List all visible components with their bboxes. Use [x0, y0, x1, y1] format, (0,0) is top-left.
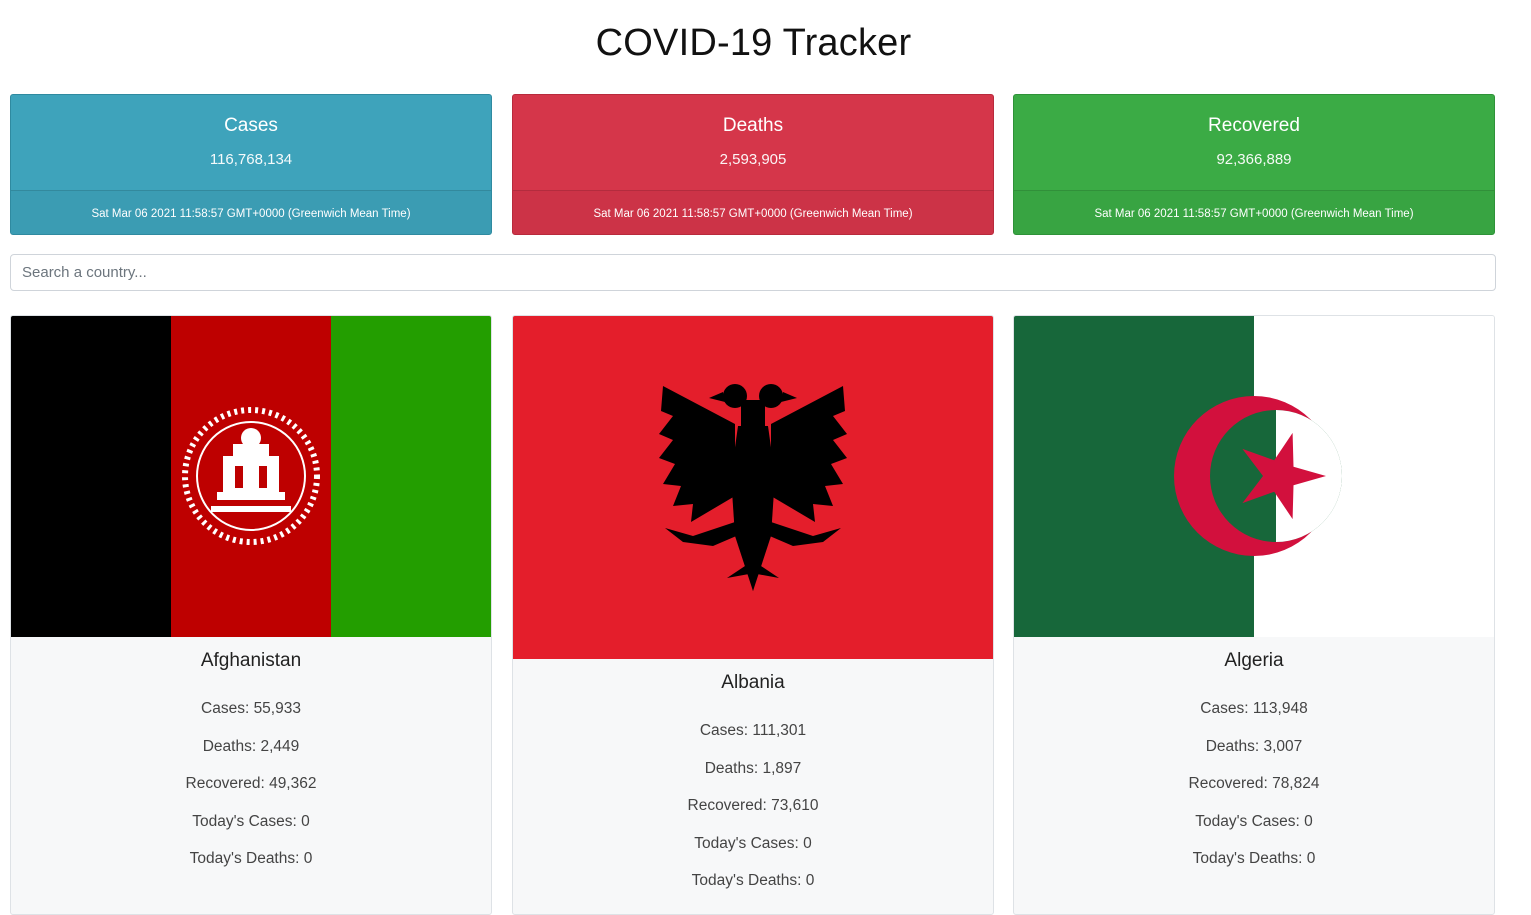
country-card-afghanistan[interactable]: Afghanistan Cases: 55,933 Deaths: 2,449 … [10, 315, 492, 915]
country-today-deaths: Today's Deaths: 0 [1192, 850, 1316, 868]
country-name: Algeria [1224, 650, 1284, 671]
country-name: Afghanistan [200, 650, 302, 671]
afghanistan-flag-icon [11, 316, 491, 637]
algeria-flag-icon [1014, 316, 1494, 637]
country-cases: Cases: 111,301 [699, 722, 807, 739]
deaths-value: 2,593,905 [719, 151, 787, 168]
country-recovered: Recovered: 78,824 [1188, 775, 1320, 793]
recovered-title: Recovered [1208, 115, 1300, 136]
country-today-cases: Today's Cases: 0 [1195, 812, 1313, 830]
deaths-summary-card: Deaths 2,593,905 Sat Mar 06 2021 11:58:5… [512, 94, 994, 235]
recovered-value: 92,366,889 [1216, 151, 1292, 168]
country-search-input[interactable] [10, 254, 1496, 291]
albania-flag-icon [513, 316, 993, 659]
country-deaths: Deaths: 1,897 [704, 759, 802, 777]
country-today-deaths: Today's Deaths: 0 [189, 850, 313, 868]
cases-title: Cases [224, 115, 278, 136]
recovered-updated-timestamp: Sat Mar 06 2021 11:58:57 GMT+0000 (Green… [1014, 190, 1494, 234]
country-cases: Cases: 113,948 [1200, 700, 1308, 717]
country-recovered: Recovered: 49,362 [185, 775, 317, 793]
country-card-algeria[interactable]: Algeria Cases: 113,948 Deaths: 3,007 Rec… [1013, 315, 1495, 915]
recovered-summary-card: Recovered 92,366,889 Sat Mar 06 2021 11:… [1013, 94, 1495, 235]
cases-updated-timestamp: Sat Mar 06 2021 11:58:57 GMT+0000 (Green… [11, 190, 491, 234]
country-recovered: Recovered: 73,610 [687, 797, 819, 815]
country-name: Albania [721, 672, 785, 693]
country-card-albania[interactable]: Albania Cases: 111,301 Deaths: 1,897 Rec… [512, 315, 994, 915]
deaths-updated-timestamp: Sat Mar 06 2021 11:58:57 GMT+0000 (Green… [513, 190, 993, 234]
page-title: COVID-19 Tracker [595, 22, 912, 64]
country-today-cases: Today's Cases: 0 [694, 834, 812, 852]
country-deaths: Deaths: 2,449 [202, 737, 300, 755]
country-cases: Cases: 55,933 [201, 700, 301, 717]
country-today-cases: Today's Cases: 0 [192, 812, 310, 830]
country-deaths: Deaths: 3,007 [1205, 737, 1303, 755]
cases-value: 116,768,134 [209, 151, 293, 168]
deaths-title: Deaths [722, 115, 784, 136]
cases-summary-card: Cases 116,768,134 Sat Mar 06 2021 11:58:… [10, 94, 492, 235]
country-today-deaths: Today's Deaths: 0 [691, 872, 815, 890]
